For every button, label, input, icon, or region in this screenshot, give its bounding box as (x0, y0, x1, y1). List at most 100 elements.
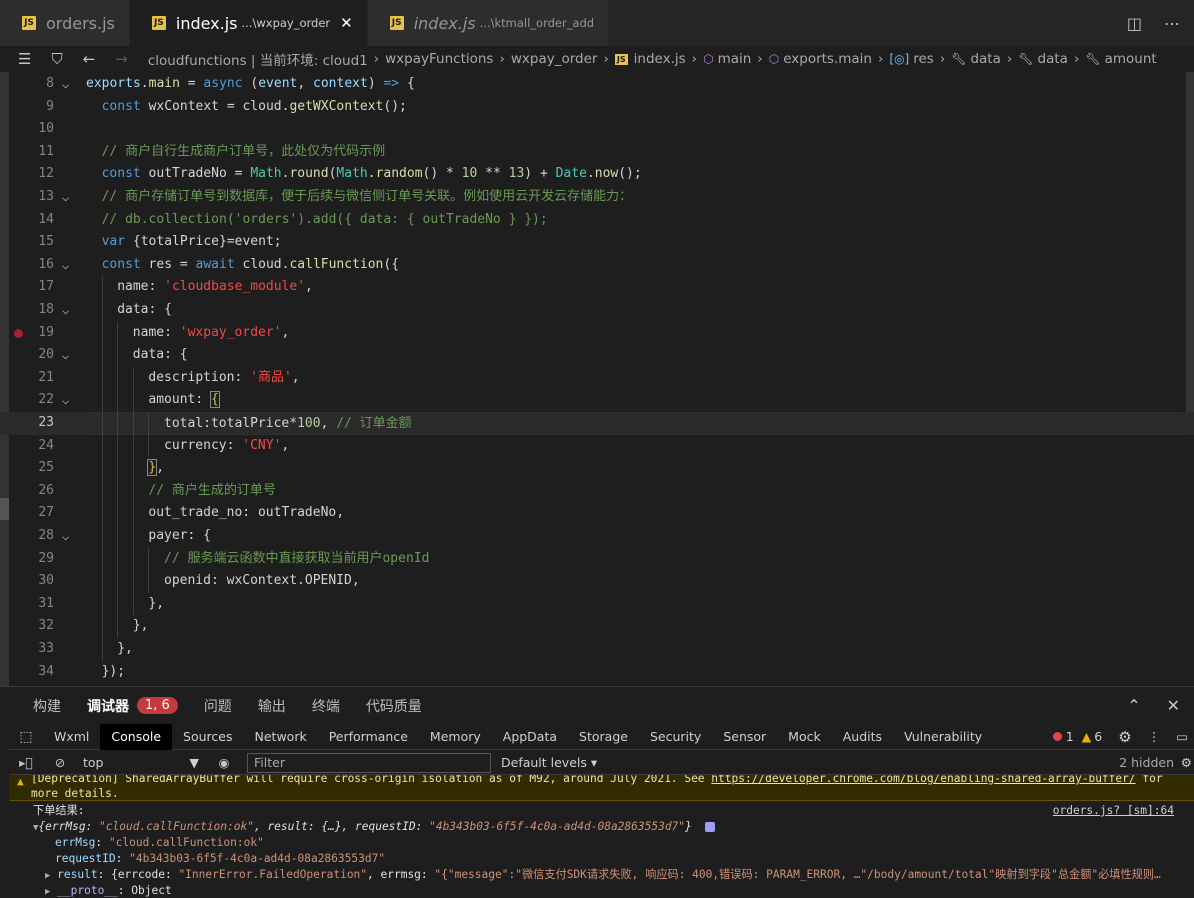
breadcrumb-item[interactable]: amount (1105, 51, 1157, 67)
tab-sensor[interactable]: Sensor (712, 724, 777, 750)
code-line[interactable]: 17 name: 'cloudbase_module', (0, 276, 1194, 299)
dock-icon[interactable]: ▭ (1176, 729, 1188, 744)
tab-appdata[interactable]: AppData (492, 724, 568, 750)
breadcrumb-item[interactable]: data (970, 51, 1000, 67)
list-icon[interactable]: ☰ (18, 50, 31, 68)
prop-row-result[interactable]: ▶ result: {errcode: "InnerError.FailedOp… (9, 867, 1169, 883)
warning-count[interactable]: ▲ 6 (1082, 729, 1103, 744)
code-line[interactable]: 8 ⌵ exports.main = async (event, context) … (0, 73, 1194, 96)
tab-sources[interactable]: Sources (172, 724, 243, 750)
kebab-menu-icon[interactable]: ⋮ (1148, 729, 1161, 744)
tab-problems[interactable]: 问题 (204, 696, 232, 716)
tab-network[interactable]: Network (244, 724, 318, 750)
code-line[interactable]: 14 // db.collection('orders').add({ data:… (0, 209, 1194, 232)
tab-memory[interactable]: Memory (419, 724, 492, 750)
back-arrow-icon[interactable]: ← (83, 50, 96, 68)
indent-guide (117, 457, 119, 480)
chevron-down-icon[interactable]: ⌵ (62, 186, 69, 209)
code-editor[interactable]: 8 ⌵ exports.main = async (event, context) … (0, 72, 1194, 686)
code-line[interactable]: 29 // 服务端云函数中直接获取当前用户openId (0, 547, 1194, 571)
code-line[interactable]: 22 ⌵ amount: { (0, 389, 1194, 412)
forward-arrow-icon[interactable]: → (115, 50, 128, 68)
eye-icon[interactable]: ◉ (207, 755, 241, 770)
tab-orders-js[interactable]: JS orders.js (0, 0, 130, 46)
tab-build[interactable]: 构建 (33, 696, 61, 716)
code-line[interactable]: 26 // 商户生成的订单号 (0, 479, 1194, 503)
context-selector[interactable]: top ▼ (77, 755, 207, 770)
code-line[interactable]: 18 ⌵ data: { (0, 299, 1194, 322)
breadcrumb-item[interactable]: wxpay_order (511, 51, 598, 67)
tab-security[interactable]: Security (639, 724, 712, 750)
tab-audits[interactable]: Audits (832, 724, 893, 750)
sidebar-toggle-icon[interactable]: ▸⃞ (9, 755, 43, 770)
breadcrumb-item[interactable]: cloudfunctions | 当前环境: cloud1 (148, 49, 368, 69)
info-badge-icon[interactable] (704, 822, 715, 832)
tab-performance[interactable]: Performance (318, 724, 419, 750)
code-line[interactable]: 34}); (0, 661, 1194, 684)
gear-icon[interactable]: ⚙ (1181, 755, 1192, 770)
code-line[interactable]: 31}, (0, 592, 1194, 616)
split-editor-icon[interactable]: ◫ (1127, 14, 1142, 33)
breadcrumb-item[interactable]: data (1038, 51, 1068, 67)
chevron-down-icon[interactable]: ⌵ (62, 254, 69, 277)
tab-debugger[interactable]: 调试器 (87, 696, 129, 716)
console-output[interactable]: ▲ [Deprecation] SharedArrayBuffer will r… (9, 775, 1194, 898)
code-line[interactable]: 25}, (0, 457, 1194, 480)
chevron-down-icon[interactable]: ⌵ (62, 344, 69, 367)
code-line[interactable]: 15 var {totalPrice}=event; (0, 231, 1194, 254)
code-line[interactable]: 30 openid: wxContext.OPENID, (0, 570, 1194, 593)
code-line[interactable]: 9 const wxContext = cloud.getWXContext(); (0, 96, 1194, 119)
close-icon[interactable]: ✕ (340, 14, 353, 32)
code-line[interactable]: 32}, (0, 615, 1194, 638)
breadcrumb-item[interactable]: index.js (634, 51, 686, 67)
editor-scrollbar[interactable] (1186, 72, 1194, 412)
code-line[interactable]: 11 // 商户自行生成商户订单号，此处仅为代码示例 (0, 141, 1194, 164)
breadcrumb-item[interactable]: wxpayFunctions (385, 51, 493, 67)
inspect-element-icon[interactable]: ⬚ (9, 729, 43, 745)
tab-code-quality[interactable]: 代码质量 (366, 696, 422, 716)
breadcrumb-item[interactable]: exports.main (783, 51, 872, 67)
code-line[interactable]: 13 ⌵ // 商户存储订单号到数据库，便于后续与微信侧订单号关联。例如使用云开发云… (0, 186, 1194, 209)
tab-index-js-wxpay-order[interactable]: JS index.js ...\wxpay_order ✕ (129, 0, 368, 46)
code-line[interactable]: 20 ⌵ data: { (0, 344, 1194, 367)
tab-output[interactable]: 输出 (258, 696, 286, 716)
tab-index-js-ktmall[interactable]: JS index.js ...\ktmall_order_add (367, 0, 610, 46)
chevron-down-icon[interactable]: ⌵ (62, 299, 69, 322)
tab-storage[interactable]: Storage (568, 724, 639, 750)
error-count[interactable]: 1 (1052, 729, 1074, 744)
breadcrumb-item[interactable]: main (718, 51, 752, 67)
close-icon[interactable]: ✕ (1167, 696, 1180, 715)
clear-console-icon[interactable]: ⊘ (43, 755, 77, 770)
gear-icon[interactable]: ⚙ (1118, 728, 1131, 746)
warning-link[interactable]: https://developer.chrome.com/blog/enabli… (711, 775, 1135, 785)
code-line[interactable]: 23 total:totalPrice*100, // 订单金额 (0, 412, 1194, 436)
code-line[interactable]: 12 const outTradeNo = Math.round(Math.ran… (0, 163, 1194, 186)
prop-row-proto[interactable]: ▶ __proto__: Object (9, 883, 1194, 898)
chevron-down-icon[interactable]: ⌵ (62, 73, 69, 96)
tab-console[interactable]: Console (100, 723, 173, 750)
collapsed-triangle-icon[interactable]: ▶ (45, 887, 50, 897)
source-link[interactable]: orders.js? [sm]:64 (1053, 803, 1174, 819)
code-line[interactable]: 21 description: '商品', (0, 366, 1194, 390)
code-line[interactable]: 24 currency: 'CNY', (0, 434, 1194, 458)
tab-vulnerability[interactable]: Vulnerability (893, 724, 993, 750)
code-line[interactable]: 27 out_trade_no: outTradeNo, (0, 502, 1194, 525)
chevron-down-icon[interactable]: ⌵ (62, 525, 69, 548)
code-line[interactable]: 16 ⌵ const res = await cloud.callFunction(… (0, 254, 1194, 277)
code-line[interactable]: 10 (0, 118, 1194, 141)
code-line[interactable]: 33}, (0, 638, 1194, 661)
log-levels-dropdown[interactable]: Default levels ▾ (501, 755, 597, 770)
chevron-up-icon[interactable]: ⌃ (1127, 696, 1140, 715)
object-summary-row[interactable]: ▼{errMsg: "cloud.callFunction:ok", resul… (9, 819, 1194, 835)
more-actions-icon[interactable]: ⋯ (1164, 14, 1180, 33)
bookmark-icon[interactable]: ⛉ (51, 50, 62, 68)
tab-terminal[interactable]: 终端 (312, 696, 340, 716)
filter-input[interactable]: Filter (247, 752, 491, 773)
chevron-down-icon[interactable]: ⌵ (62, 389, 69, 412)
tab-mock[interactable]: Mock (777, 724, 832, 750)
code-line[interactable]: 28 ⌵ payer: { (0, 525, 1194, 548)
code-line[interactable]: 19 name: 'wxpay_order', (0, 321, 1194, 345)
collapsed-triangle-icon[interactable]: ▶ (45, 871, 50, 881)
tab-wxml[interactable]: Wxml (43, 724, 100, 750)
breadcrumb-item[interactable]: res (913, 51, 934, 67)
